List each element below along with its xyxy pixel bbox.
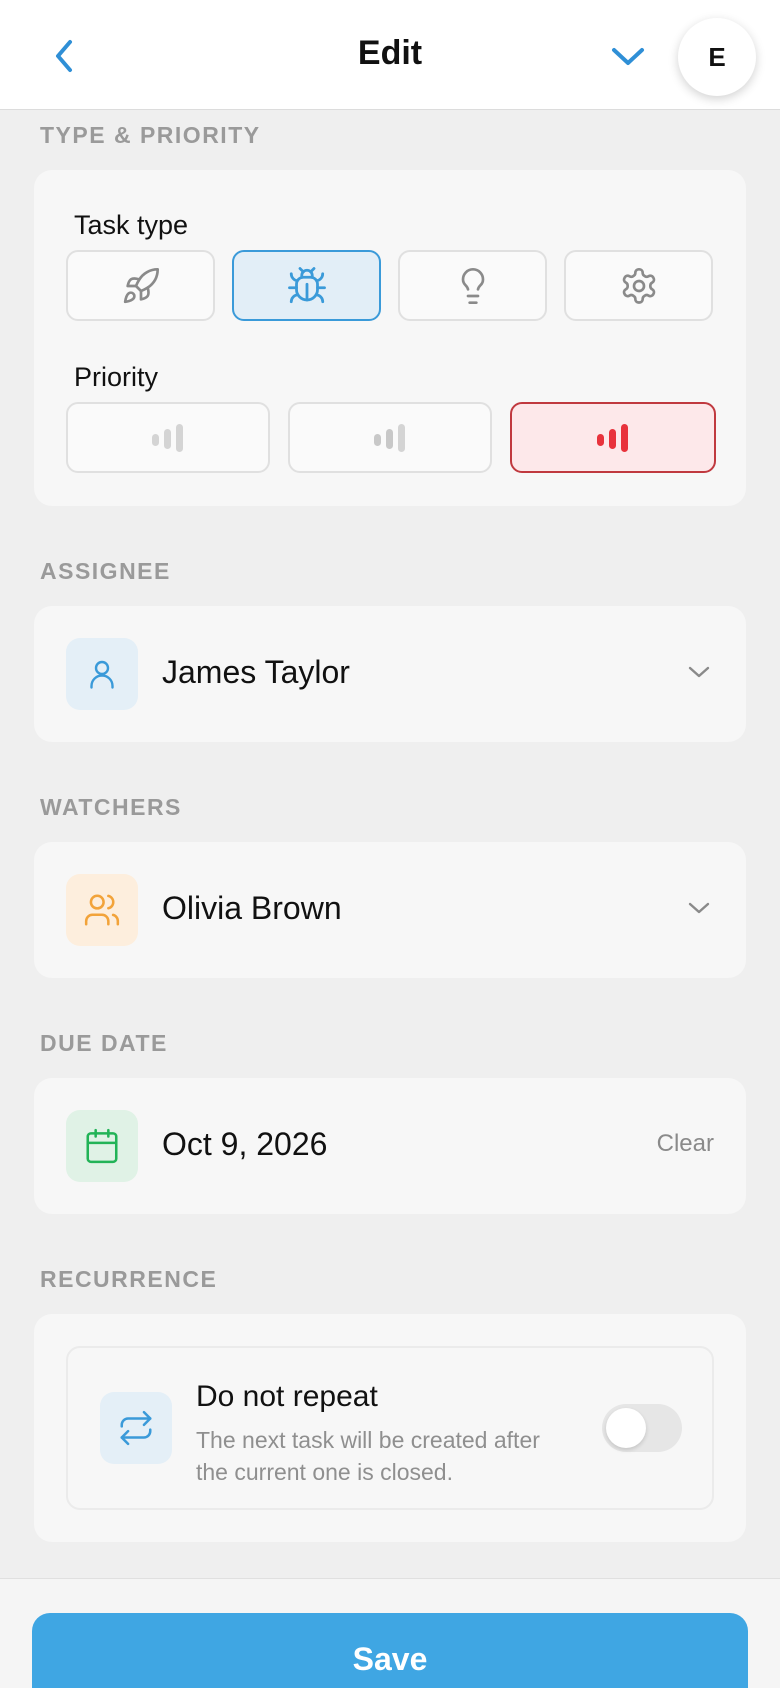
assignee-value: James Taylor <box>162 654 350 690</box>
avatar[interactable]: E <box>678 18 756 96</box>
watchers-value: Olivia Brown <box>162 890 342 926</box>
recurrence-title: Do not repeat <box>196 1380 378 1413</box>
task-type-bug-button[interactable] <box>232 250 381 321</box>
chevron-down-icon <box>612 48 644 65</box>
section-label-due-date: DUE DATE <box>40 1030 168 1056</box>
section-label-type-priority: TYPE & PRIORITY <box>40 122 261 148</box>
user-icon <box>90 660 114 689</box>
recurrence-option: Do not repeat The next task will be crea… <box>66 1346 714 1510</box>
top-bar: Edit E <box>0 0 780 110</box>
chevron-down-icon <box>688 666 710 678</box>
bug-icon <box>287 266 326 303</box>
recurrence-description: The next task will be created after the … <box>196 1427 540 1485</box>
calendar-icon <box>86 1128 118 1164</box>
due-date-picker[interactable]: Oct 9, 2026 Clear <box>34 1078 746 1214</box>
section-label-assignee: ASSIGNEE <box>40 558 171 584</box>
assignee-icon-tile <box>66 638 138 710</box>
collapse-button[interactable] <box>608 38 648 74</box>
edit-form: TYPE & PRIORITY Task type Priority ASSIG… <box>0 110 780 1578</box>
section-label-watchers: WATCHERS <box>40 794 182 820</box>
recurrence-card: Do not repeat The next task will be crea… <box>34 1314 746 1542</box>
recurrence-toggle[interactable] <box>602 1404 682 1452</box>
lightbulb-icon <box>461 267 484 304</box>
priority-high-icon <box>597 423 628 452</box>
users-icon <box>84 894 120 926</box>
task-type-settings-button[interactable] <box>564 250 713 321</box>
task-type-feature-button[interactable] <box>66 250 215 321</box>
clear-date-button[interactable]: Clear <box>657 1130 714 1158</box>
chevron-down-icon <box>688 902 710 914</box>
toggle-knob <box>606 1408 646 1448</box>
due-date-value: Oct 9, 2026 <box>162 1126 328 1162</box>
priority-low-button[interactable] <box>66 402 270 473</box>
due-date-icon-tile <box>66 1110 138 1182</box>
assignee-select[interactable]: James Taylor <box>34 606 746 742</box>
priority-label: Priority <box>74 362 159 392</box>
page-title: Edit <box>357 34 423 72</box>
task-type-label: Task type <box>74 210 189 240</box>
recurrence-icon-tile <box>100 1392 172 1464</box>
type-priority-card: Task type Priority <box>34 170 746 506</box>
repeat-icon <box>120 1410 152 1446</box>
priority-high-button[interactable] <box>510 402 716 473</box>
priority-low-icon <box>152 423 183 452</box>
watchers-icon-tile <box>66 874 138 946</box>
priority-medium-icon <box>374 423 405 452</box>
watchers-select[interactable]: Olivia Brown <box>34 842 746 978</box>
save-button[interactable]: Save <box>32 1613 748 1688</box>
task-type-idea-button[interactable] <box>398 250 547 321</box>
footer-bar: Save <box>0 1578 780 1688</box>
gear-icon <box>622 267 655 304</box>
rocket-icon <box>123 267 159 303</box>
priority-medium-button[interactable] <box>288 402 492 473</box>
section-label-recurrence: RECURRENCE <box>40 1266 218 1292</box>
